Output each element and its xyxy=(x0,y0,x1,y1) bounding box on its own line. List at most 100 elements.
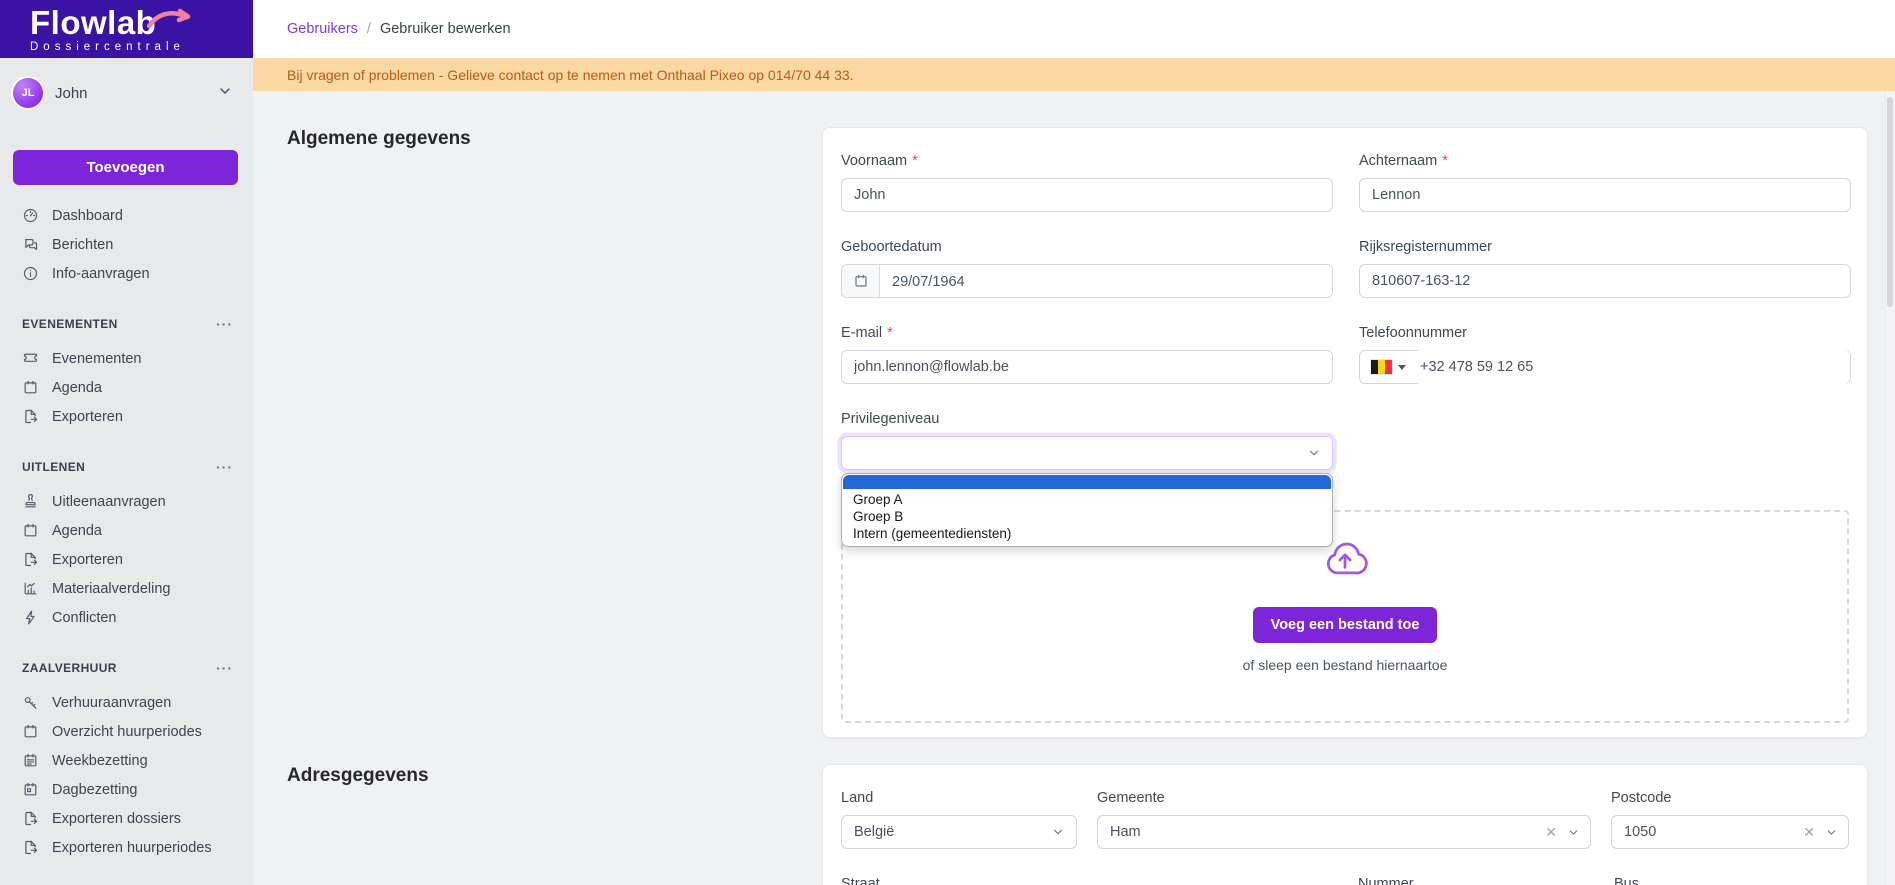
privilegeniveau-select[interactable] xyxy=(841,436,1333,470)
key-icon xyxy=(22,694,39,711)
field-geboortedatum: Geboortedatum xyxy=(841,238,1333,298)
sidebar-item-materiaalverdeling[interactable]: Materiaalverdeling xyxy=(0,574,253,603)
sidebar-item-dashboard[interactable]: Dashboard xyxy=(0,201,253,230)
sidebar-item-label: Weekbezetting xyxy=(52,753,148,769)
country-flag-selector[interactable] xyxy=(1360,360,1414,374)
privilegeniveau-dropdown: Groep A Groep B Intern (gemeentediensten… xyxy=(841,473,1333,547)
chart-icon xyxy=(22,580,39,597)
sidebar-item-label: Exporteren xyxy=(52,552,123,568)
user-menu[interactable]: JL John xyxy=(0,58,253,128)
voornaam-label: Voornaam xyxy=(841,153,907,169)
field-telefoonnummer: Telefoonnummer xyxy=(1359,324,1851,384)
sidebar-item-overzicht-huurperiodes[interactable]: Overzicht huurperiodes xyxy=(0,717,253,746)
section-menu-dots[interactable]: ··· xyxy=(216,459,233,475)
section-heading-general: Algemene gegevens xyxy=(287,128,471,150)
postcode-combobox[interactable]: ✕ xyxy=(1611,815,1849,849)
scrollbar-thumb[interactable] xyxy=(1887,97,1893,307)
land-label: Land xyxy=(841,790,873,806)
privilege-option[interactable]: Groep A xyxy=(842,491,1332,508)
geboortedatum-input[interactable] xyxy=(880,265,1332,298)
postcode-input[interactable] xyxy=(1612,816,1794,848)
sidebar-nav: Dashboard Berichten Info-aanvragen EVENEMEN… xyxy=(0,185,253,862)
add-button[interactable]: Toevoegen xyxy=(13,150,238,185)
chevron-down-icon xyxy=(1825,826,1838,839)
privilegeniveau-label: Privilegeniveau xyxy=(841,411,939,427)
breadcrumb-link-gebruikers[interactable]: Gebruikers xyxy=(287,21,358,37)
geboortedatum-label: Geboortedatum xyxy=(841,239,942,255)
sidebar-item-label: Exporteren dossiers xyxy=(52,811,181,827)
gemeente-label: Gemeente xyxy=(1097,790,1165,806)
telefoonnummer-label: Telefoonnummer xyxy=(1359,325,1467,341)
field-voornaam: Voornaam* xyxy=(841,152,1333,212)
sidebar-item-berichten[interactable]: Berichten xyxy=(0,230,253,259)
required-mark: * xyxy=(1442,153,1448,169)
email-input[interactable] xyxy=(841,350,1333,384)
field-gemeente: Gemeente ✕ xyxy=(1097,789,1591,849)
breadcrumb-current: Gebruiker bewerken xyxy=(380,21,511,37)
chevron-down-icon xyxy=(1567,826,1580,839)
sidebar-item-label: Berichten xyxy=(52,237,113,253)
page-content: Algemene gegevens Voornaam* Achternaam* … xyxy=(253,91,1895,885)
privilege-option-empty-selected[interactable] xyxy=(843,475,1331,489)
caret-down-icon xyxy=(1398,365,1406,370)
postcode-label: Postcode xyxy=(1611,790,1671,806)
sidebar-section-evenementen: EVENEMENTEN ··· xyxy=(0,309,253,338)
voornaam-input[interactable] xyxy=(841,178,1333,212)
brand-subtitle: Dossiercentrale xyxy=(30,41,253,53)
chevron-down-icon xyxy=(1051,825,1065,839)
brand-swoosh-arrow-icon xyxy=(146,7,194,35)
sidebar-item-agenda[interactable]: Agenda xyxy=(0,373,253,402)
sidebar-item-conflicten[interactable]: Conflicten xyxy=(0,603,253,632)
dashboard-icon xyxy=(22,207,39,224)
achternaam-input[interactable] xyxy=(1359,178,1851,212)
messages-icon xyxy=(22,236,39,253)
sidebar-item-exporteren[interactable]: Exporteren xyxy=(0,402,253,431)
calendar-week-icon xyxy=(22,752,39,769)
address-card: Land België Gemeente ✕ xyxy=(822,764,1868,885)
sidebar-section-zaalverhuur: ZAALVERHUUR··· xyxy=(0,653,253,682)
scrollbar-track[interactable] xyxy=(1885,91,1895,885)
clear-icon[interactable]: ✕ xyxy=(1803,825,1815,839)
gemeente-input[interactable] xyxy=(1098,816,1536,848)
privilege-option[interactable]: Intern (gemeentediensten) xyxy=(842,525,1332,542)
export-icon xyxy=(22,551,39,568)
section-menu-dots[interactable]: ··· xyxy=(216,316,233,332)
add-file-button[interactable]: Voeg een bestand toe xyxy=(1253,607,1438,643)
sidebar-item-label: Info-aanvragen xyxy=(52,266,150,282)
sidebar-item-verhuuraanvragen[interactable]: Verhuuraanvragen xyxy=(0,688,253,717)
calendar-icon xyxy=(22,379,39,396)
sidebar-item-exporteren[interactable]: Exporteren xyxy=(0,545,253,574)
telefoonnummer-input[interactable] xyxy=(1414,350,1850,384)
sidebar-item-info-aanvragen[interactable]: Info-aanvragen xyxy=(0,259,253,288)
sidebar-item-weekbezetting[interactable]: Weekbezetting xyxy=(0,746,253,775)
calendar-day-icon xyxy=(22,781,39,798)
land-value: België xyxy=(854,824,894,840)
sidebar-item-label: Dagbezetting xyxy=(52,782,137,798)
sidebar-item-uitleenaanvragen[interactable]: Uitleenaanvragen xyxy=(0,487,253,516)
export-icon xyxy=(22,839,39,856)
avatar: JL xyxy=(13,78,43,108)
sidebar-item-evenementen[interactable]: Evenementen xyxy=(0,344,253,373)
sidebar: Flowlab Dossiercentrale JL John Toevoege… xyxy=(0,0,253,885)
land-select[interactable]: België xyxy=(841,815,1077,849)
section-menu-dots[interactable]: ··· xyxy=(216,660,233,676)
sidebar-item-label: Uitleenaanvragen xyxy=(52,494,166,510)
sidebar-item-label: Agenda xyxy=(52,380,102,396)
field-straat: Straat xyxy=(841,875,1338,885)
sidebar-item-dagbezetting[interactable]: Dagbezetting xyxy=(0,775,253,804)
gemeente-combobox[interactable]: ✕ xyxy=(1097,815,1591,849)
brand-name: Flowlab xyxy=(30,6,253,41)
calendar-icon[interactable] xyxy=(842,265,880,297)
field-privilegeniveau: Privilegeniveau Groep A Groep B Intern (… xyxy=(841,410,1333,470)
sidebar-item-exporteren-huurperiodes[interactable]: Exporteren huurperiodes xyxy=(0,833,253,862)
calendar-icon xyxy=(22,522,39,539)
field-achternaam: Achternaam* xyxy=(1359,152,1851,212)
sidebar-item-exporteren-dossiers[interactable]: Exporteren dossiers xyxy=(0,804,253,833)
clear-icon[interactable]: ✕ xyxy=(1545,825,1557,839)
privilege-option[interactable]: Groep B xyxy=(842,508,1332,525)
rijksregisternummer-input[interactable] xyxy=(1359,264,1851,298)
section-header-label: EVENEMENTEN xyxy=(22,317,118,331)
breadcrumb-separator: / xyxy=(367,21,371,37)
brand-logo: Flowlab Dossiercentrale xyxy=(0,0,253,58)
sidebar-item-agenda[interactable]: Agenda xyxy=(0,516,253,545)
